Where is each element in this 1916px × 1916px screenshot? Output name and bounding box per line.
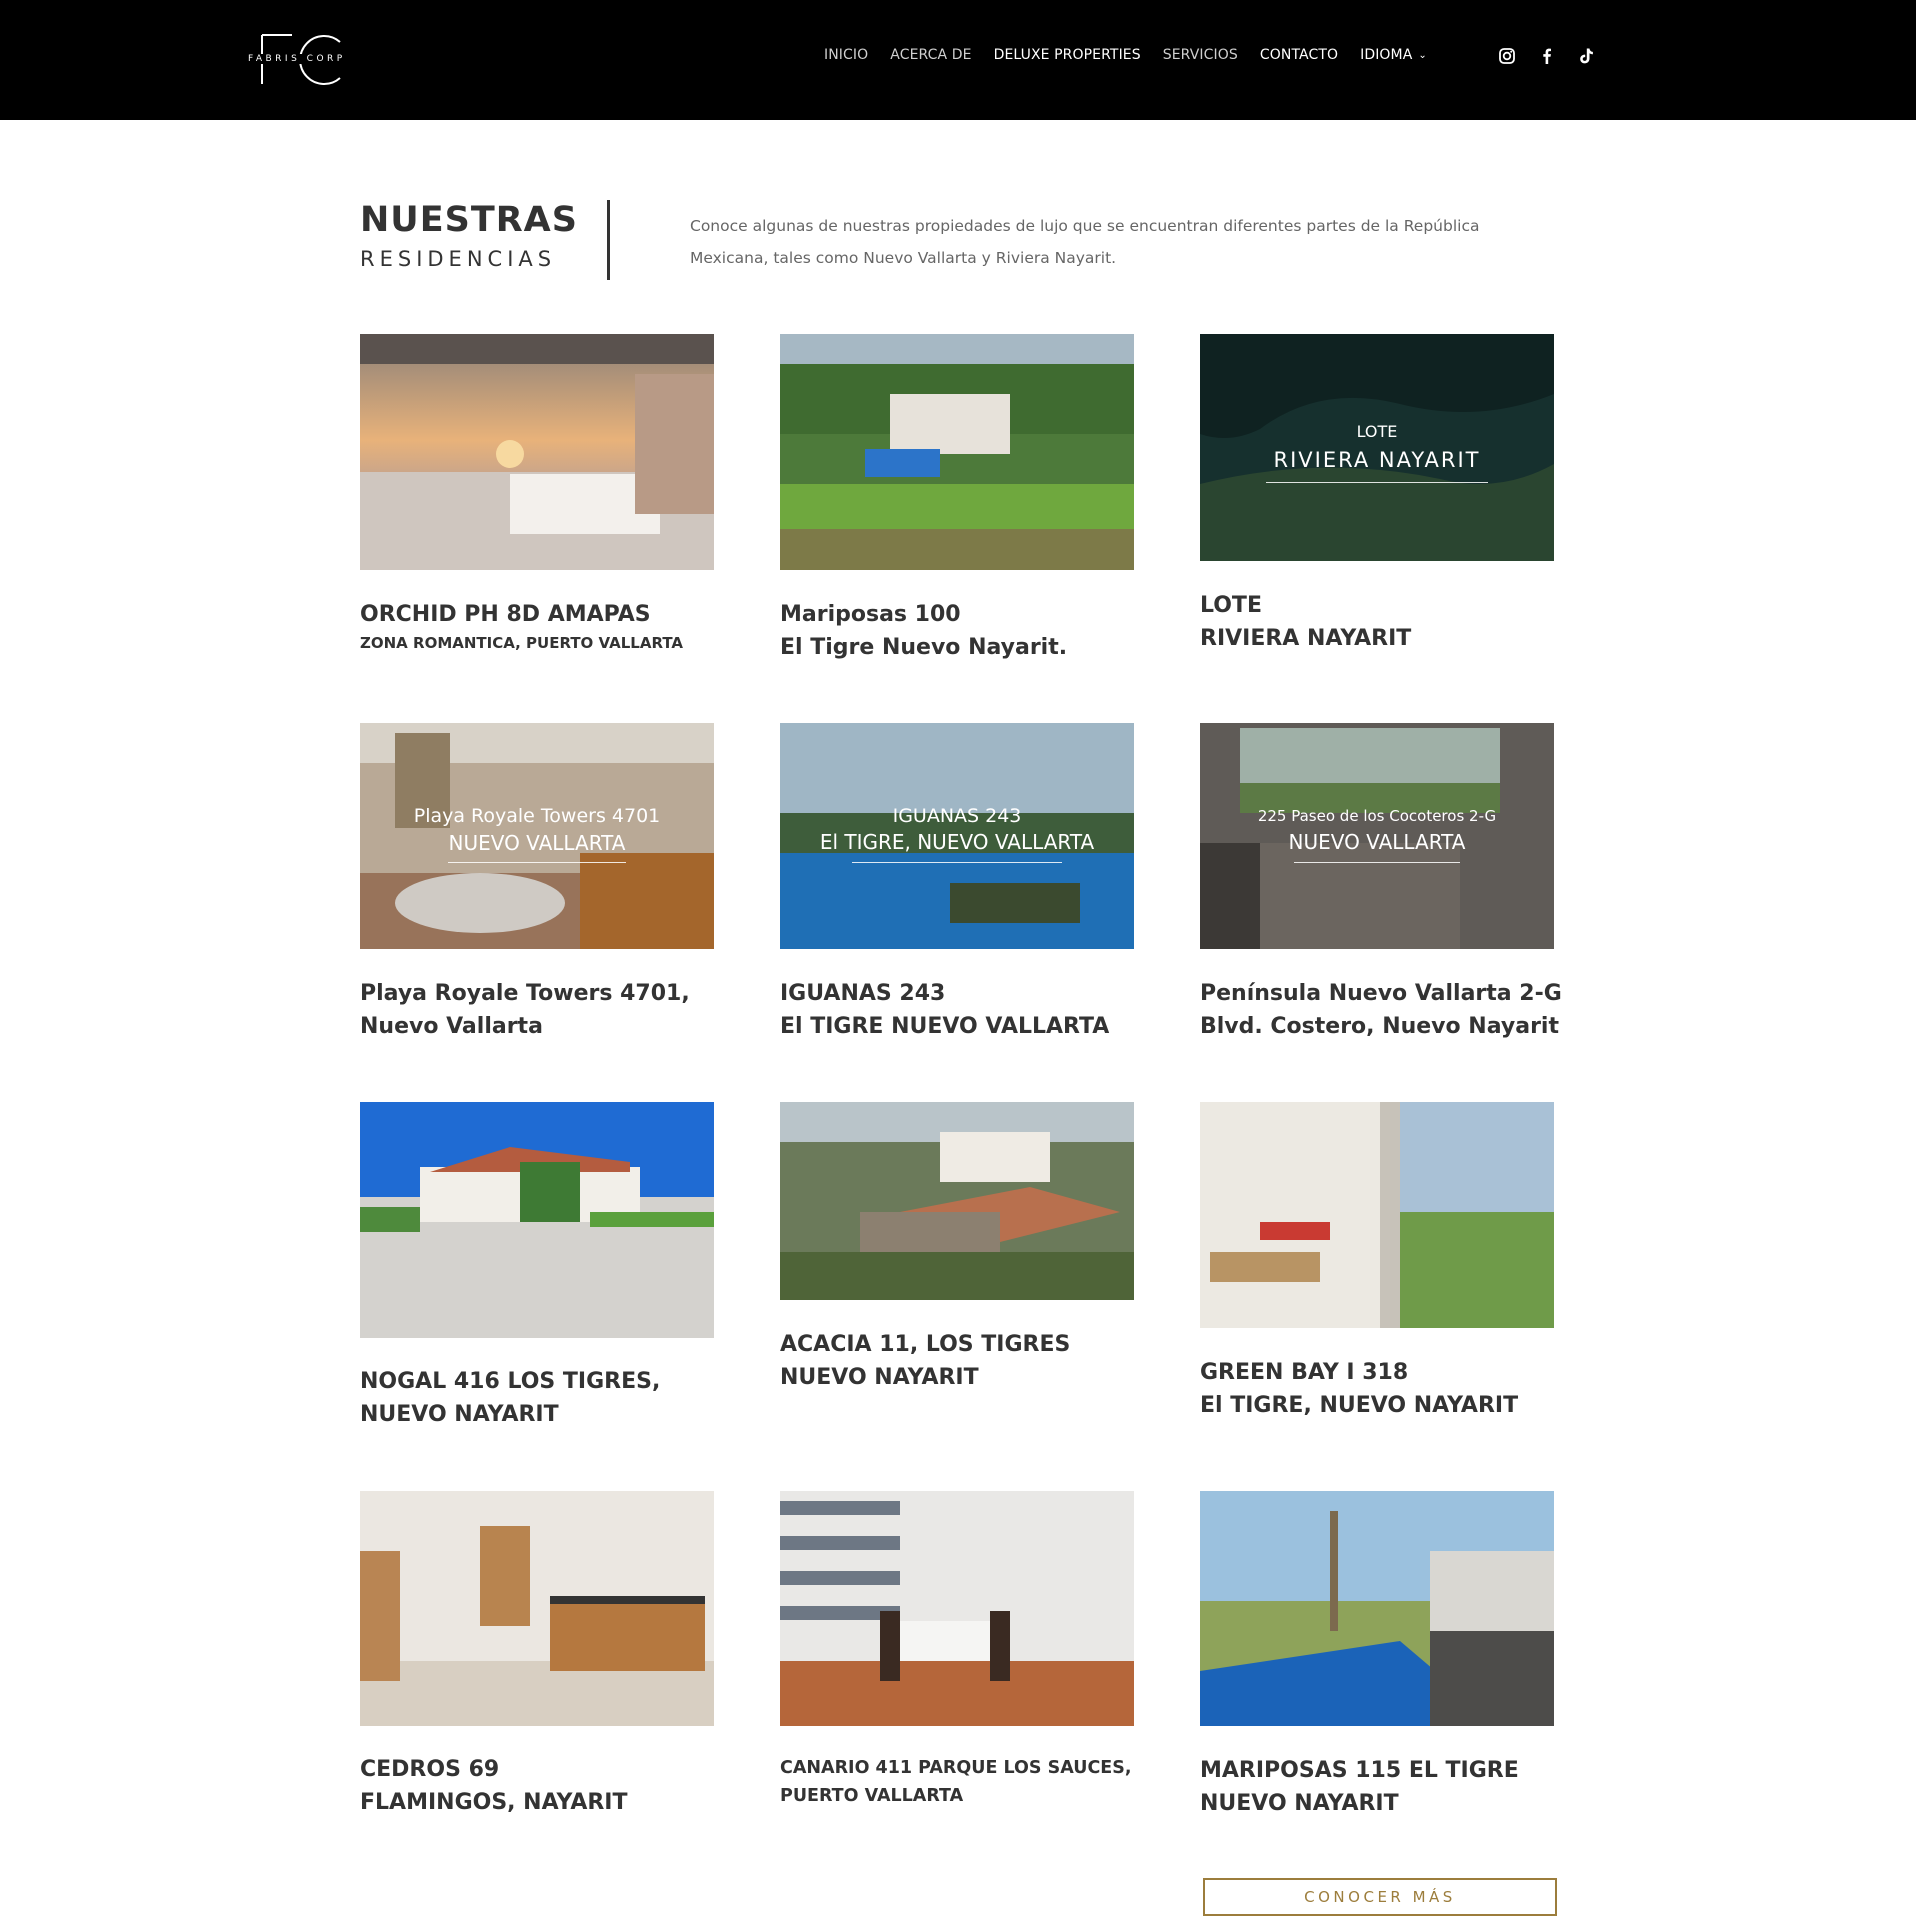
property-location: El Tigre Nuevo Nayarit.: [780, 635, 1068, 660]
logo-text: FABRIS CORP: [246, 54, 348, 64]
nav-idioma[interactable]: IDIOMA ⌄: [1360, 47, 1427, 63]
overlay-label: LOTE: [1356, 422, 1398, 441]
property-title: Playa Royale Towers 4701,: [360, 981, 690, 1006]
property-title: Península Nuevo Vallarta 2-G: [1200, 981, 1562, 1006]
chevron-down-icon: ⌄: [1418, 50, 1427, 61]
property-image-canario-411[interactable]: [780, 1491, 1134, 1726]
property-image-acacia-11[interactable]: [780, 1102, 1134, 1300]
section-title: NUESTRAS: [360, 200, 578, 240]
property-image-mariposas-115[interactable]: [1200, 1491, 1554, 1726]
overlay-label: IGUANAS 243: [892, 805, 1022, 827]
property-image-nogal-416[interactable]: [360, 1102, 714, 1338]
overlay-divider: [852, 862, 1062, 863]
section-heading: NUESTRAS RESIDENCIAS: [360, 196, 578, 272]
property-location: RIVIERA NAYARIT: [1200, 626, 1412, 651]
tiktok-icon[interactable]: [1578, 47, 1596, 65]
fabris-corp-logo[interactable]: FABRIS CORP: [244, 32, 354, 88]
property-location: NUEVO NAYARIT: [780, 1365, 979, 1390]
property-location: Blvd. Costero, Nuevo Nayarit: [1200, 1014, 1559, 1039]
nav-servicios[interactable]: SERVICIOS: [1163, 47, 1238, 63]
instagram-icon[interactable]: [1498, 47, 1516, 65]
property-image-peninsula[interactable]: 225 Paseo de los Cocoteros 2-G NUEVO VAL…: [1200, 723, 1554, 949]
property-image-mariposas-100[interactable]: [780, 334, 1134, 570]
overlay-title: NUEVO VALLARTA: [448, 831, 626, 855]
property-title: NOGAL 416 LOS TIGRES,: [360, 1369, 661, 1394]
kitchen-image: [360, 1491, 714, 1726]
property-image-lote[interactable]: LOTE RIVIERA NAYARIT: [1200, 334, 1554, 561]
property-title: LOTE: [1200, 593, 1262, 618]
property-title: MARIPOSAS 115 EL TIGRE: [1200, 1758, 1519, 1783]
terrace-golf-image: [1200, 1102, 1554, 1328]
property-title: ORCHID PH 8D AMAPAS: [360, 602, 651, 627]
overlay-title: NUEVO VALLARTA: [1288, 830, 1466, 854]
nav-deluxe-properties[interactable]: DELUXE PROPERTIES: [994, 47, 1141, 63]
overlay-title: El TIGRE, NUEVO VALLARTA: [819, 830, 1095, 854]
property-title: ACACIA 11, LOS TIGRES: [780, 1332, 1071, 1357]
property-location: PUERTO VALLARTA: [780, 1786, 964, 1806]
property-image-orchid[interactable]: [360, 334, 714, 570]
nav-inicio[interactable]: INICIO: [824, 47, 868, 63]
property-image-green-bay[interactable]: [1200, 1102, 1554, 1328]
property-title: IGUANAS 243: [780, 981, 946, 1006]
heading-divider: [607, 200, 610, 280]
nav-idioma-label: IDIOMA: [1360, 47, 1413, 63]
property-image-iguanas-243[interactable]: IGUANAS 243 El TIGRE, NUEVO VALLARTA: [780, 723, 1134, 949]
overlay-divider: [1266, 482, 1488, 483]
property-title: GREEN BAY I 318: [1200, 1360, 1409, 1385]
social-links: [1498, 47, 1596, 65]
overlay-label: 225 Paseo de los Cocoteros 2-G: [1257, 807, 1497, 825]
overlay-title: RIVIERA NAYARIT: [1273, 448, 1481, 472]
bedroom-sunset-image: [360, 334, 714, 570]
aerial-house-image: [780, 1102, 1134, 1300]
overlay-label: Playa Royale Towers 4701: [413, 805, 661, 827]
nav-contacto[interactable]: CONTACTO: [1260, 47, 1338, 63]
property-location: ZONA ROMANTICA, PUERTO VALLARTA: [360, 634, 684, 652]
facebook-icon[interactable]: [1538, 47, 1556, 65]
nav-acerca-de[interactable]: ACERCA DE: [890, 47, 971, 63]
property-title: CEDROS 69: [360, 1757, 500, 1782]
main-nav: INICIO ACERCA DE DELUXE PROPERTIES SERVI…: [824, 47, 1449, 63]
site-header: FABRIS CORP INICIO ACERCA DE DELUXE PROP…: [0, 0, 1916, 120]
infinity-pool-image: [1200, 1491, 1554, 1726]
dining-room-image: [780, 1491, 1134, 1726]
house-front-image: [360, 1102, 714, 1338]
property-location: NUEVO NAYARIT: [1200, 1791, 1399, 1816]
overlay-divider: [448, 862, 626, 863]
property-location: NUEVO NAYARIT: [360, 1402, 559, 1427]
property-location: El TIGRE, NUEVO NAYARIT: [1200, 1393, 1519, 1418]
property-location: FLAMINGOS, NAYARIT: [360, 1790, 628, 1815]
property-title: CANARIO 411 PARQUE LOS SAUCES,: [780, 1758, 1132, 1778]
property-image-playa-royale[interactable]: Playa Royale Towers 4701 NUEVO VALLARTA: [360, 723, 714, 949]
section-subtitle: RESIDENCIAS: [360, 247, 557, 271]
overlay-divider: [1294, 862, 1460, 863]
property-title: Mariposas 100: [780, 602, 961, 627]
aerial-villa-image: [780, 334, 1134, 570]
property-location: Nuevo Vallarta: [360, 1014, 543, 1039]
property-location: El TIGRE NUEVO VALLARTA: [780, 1014, 1110, 1039]
conocer-mas-button[interactable]: CONOCER MÁS: [1203, 1878, 1557, 1916]
property-image-cedros-69[interactable]: [360, 1491, 714, 1726]
section-description: Conoce algunas de nuestras propiedades d…: [690, 217, 1480, 267]
